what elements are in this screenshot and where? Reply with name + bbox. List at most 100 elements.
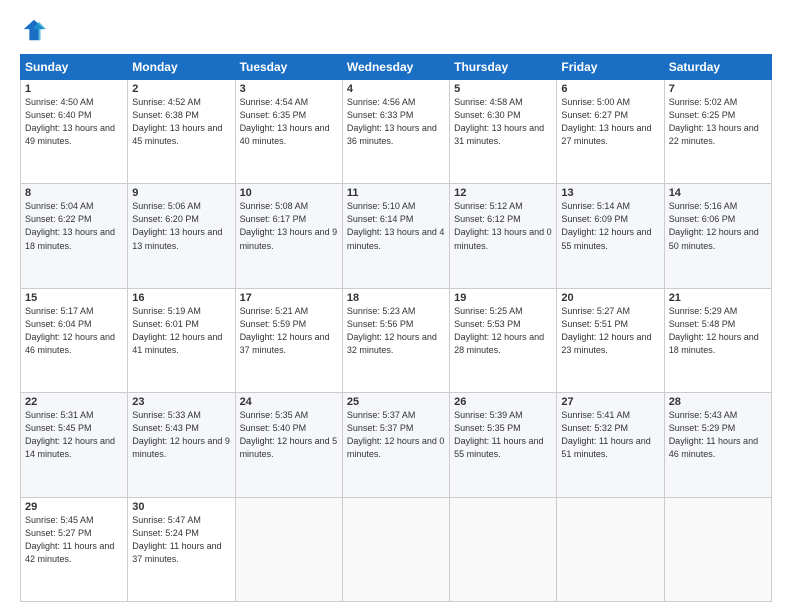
calendar-cell: 5 Sunrise: 4:58 AMSunset: 6:30 PMDayligh… bbox=[450, 80, 557, 184]
calendar-cell: 7 Sunrise: 5:02 AMSunset: 6:25 PMDayligh… bbox=[664, 80, 771, 184]
day-number: 28 bbox=[669, 396, 767, 408]
calendar-cell: 28 Sunrise: 5:43 AMSunset: 5:29 PMDaylig… bbox=[664, 393, 771, 497]
col-header-tuesday: Tuesday bbox=[235, 55, 342, 80]
calendar-cell: 1 Sunrise: 4:50 AMSunset: 6:40 PMDayligh… bbox=[21, 80, 128, 184]
day-info: Sunrise: 5:29 AMSunset: 5:48 PMDaylight:… bbox=[669, 306, 759, 355]
day-number: 17 bbox=[240, 292, 338, 304]
day-info: Sunrise: 4:58 AMSunset: 6:30 PMDaylight:… bbox=[454, 97, 544, 146]
day-number: 8 bbox=[25, 187, 123, 199]
day-number: 20 bbox=[561, 292, 659, 304]
calendar-cell: 3 Sunrise: 4:54 AMSunset: 6:35 PMDayligh… bbox=[235, 80, 342, 184]
calendar-cell bbox=[342, 497, 449, 601]
day-info: Sunrise: 5:43 AMSunset: 5:29 PMDaylight:… bbox=[669, 410, 758, 459]
calendar-cell bbox=[450, 497, 557, 601]
week-row-2: 8 Sunrise: 5:04 AMSunset: 6:22 PMDayligh… bbox=[21, 184, 772, 288]
calendar-cell: 27 Sunrise: 5:41 AMSunset: 5:32 PMDaylig… bbox=[557, 393, 664, 497]
day-number: 4 bbox=[347, 83, 445, 95]
calendar-cell: 29 Sunrise: 5:45 AMSunset: 5:27 PMDaylig… bbox=[21, 497, 128, 601]
day-info: Sunrise: 5:39 AMSunset: 5:35 PMDaylight:… bbox=[454, 410, 543, 459]
day-number: 9 bbox=[132, 187, 230, 199]
calendar-cell: 9 Sunrise: 5:06 AMSunset: 6:20 PMDayligh… bbox=[128, 184, 235, 288]
calendar-cell: 22 Sunrise: 5:31 AMSunset: 5:45 PMDaylig… bbox=[21, 393, 128, 497]
day-info: Sunrise: 5:00 AMSunset: 6:27 PMDaylight:… bbox=[561, 97, 651, 146]
day-info: Sunrise: 5:45 AMSunset: 5:27 PMDaylight:… bbox=[25, 515, 114, 564]
day-number: 27 bbox=[561, 396, 659, 408]
day-number: 14 bbox=[669, 187, 767, 199]
day-info: Sunrise: 4:56 AMSunset: 6:33 PMDaylight:… bbox=[347, 97, 437, 146]
calendar-cell: 17 Sunrise: 5:21 AMSunset: 5:59 PMDaylig… bbox=[235, 288, 342, 392]
calendar-cell: 20 Sunrise: 5:27 AMSunset: 5:51 PMDaylig… bbox=[557, 288, 664, 392]
header-row: SundayMondayTuesdayWednesdayThursdayFrid… bbox=[21, 55, 772, 80]
day-number: 15 bbox=[25, 292, 123, 304]
day-number: 16 bbox=[132, 292, 230, 304]
calendar-cell: 11 Sunrise: 5:10 AMSunset: 6:14 PMDaylig… bbox=[342, 184, 449, 288]
day-info: Sunrise: 5:35 AMSunset: 5:40 PMDaylight:… bbox=[240, 410, 338, 459]
day-number: 30 bbox=[132, 501, 230, 513]
day-info: Sunrise: 5:17 AMSunset: 6:04 PMDaylight:… bbox=[25, 306, 115, 355]
day-info: Sunrise: 4:52 AMSunset: 6:38 PMDaylight:… bbox=[132, 97, 222, 146]
calendar-cell: 18 Sunrise: 5:23 AMSunset: 5:56 PMDaylig… bbox=[342, 288, 449, 392]
day-number: 2 bbox=[132, 83, 230, 95]
day-number: 18 bbox=[347, 292, 445, 304]
day-number: 11 bbox=[347, 187, 445, 199]
day-info: Sunrise: 5:04 AMSunset: 6:22 PMDaylight:… bbox=[25, 201, 115, 250]
day-number: 7 bbox=[669, 83, 767, 95]
day-info: Sunrise: 5:23 AMSunset: 5:56 PMDaylight:… bbox=[347, 306, 437, 355]
day-info: Sunrise: 5:14 AMSunset: 6:09 PMDaylight:… bbox=[561, 201, 651, 250]
calendar-cell: 24 Sunrise: 5:35 AMSunset: 5:40 PMDaylig… bbox=[235, 393, 342, 497]
calendar-cell: 13 Sunrise: 5:14 AMSunset: 6:09 PMDaylig… bbox=[557, 184, 664, 288]
col-header-monday: Monday bbox=[128, 55, 235, 80]
day-info: Sunrise: 5:41 AMSunset: 5:32 PMDaylight:… bbox=[561, 410, 650, 459]
calendar-cell bbox=[235, 497, 342, 601]
week-row-4: 22 Sunrise: 5:31 AMSunset: 5:45 PMDaylig… bbox=[21, 393, 772, 497]
calendar-cell: 16 Sunrise: 5:19 AMSunset: 6:01 PMDaylig… bbox=[128, 288, 235, 392]
calendar-cell: 21 Sunrise: 5:29 AMSunset: 5:48 PMDaylig… bbox=[664, 288, 771, 392]
day-info: Sunrise: 5:08 AMSunset: 6:17 PMDaylight:… bbox=[240, 201, 338, 250]
day-number: 21 bbox=[669, 292, 767, 304]
week-row-3: 15 Sunrise: 5:17 AMSunset: 6:04 PMDaylig… bbox=[21, 288, 772, 392]
day-info: Sunrise: 5:47 AMSunset: 5:24 PMDaylight:… bbox=[132, 515, 221, 564]
day-number: 5 bbox=[454, 83, 552, 95]
calendar-cell bbox=[664, 497, 771, 601]
calendar-cell: 2 Sunrise: 4:52 AMSunset: 6:38 PMDayligh… bbox=[128, 80, 235, 184]
calendar-cell: 10 Sunrise: 5:08 AMSunset: 6:17 PMDaylig… bbox=[235, 184, 342, 288]
week-row-5: 29 Sunrise: 5:45 AMSunset: 5:27 PMDaylig… bbox=[21, 497, 772, 601]
calendar-table: SundayMondayTuesdayWednesdayThursdayFrid… bbox=[20, 54, 772, 602]
calendar-cell: 4 Sunrise: 4:56 AMSunset: 6:33 PMDayligh… bbox=[342, 80, 449, 184]
page: SundayMondayTuesdayWednesdayThursdayFrid… bbox=[0, 0, 792, 612]
week-row-1: 1 Sunrise: 4:50 AMSunset: 6:40 PMDayligh… bbox=[21, 80, 772, 184]
day-number: 19 bbox=[454, 292, 552, 304]
day-info: Sunrise: 5:10 AMSunset: 6:14 PMDaylight:… bbox=[347, 201, 445, 250]
day-info: Sunrise: 5:19 AMSunset: 6:01 PMDaylight:… bbox=[132, 306, 222, 355]
calendar-cell: 30 Sunrise: 5:47 AMSunset: 5:24 PMDaylig… bbox=[128, 497, 235, 601]
day-info: Sunrise: 5:33 AMSunset: 5:43 PMDaylight:… bbox=[132, 410, 230, 459]
calendar-cell: 8 Sunrise: 5:04 AMSunset: 6:22 PMDayligh… bbox=[21, 184, 128, 288]
day-info: Sunrise: 5:06 AMSunset: 6:20 PMDaylight:… bbox=[132, 201, 222, 250]
day-number: 13 bbox=[561, 187, 659, 199]
day-number: 6 bbox=[561, 83, 659, 95]
day-number: 23 bbox=[132, 396, 230, 408]
col-header-thursday: Thursday bbox=[450, 55, 557, 80]
day-number: 10 bbox=[240, 187, 338, 199]
calendar-cell: 19 Sunrise: 5:25 AMSunset: 5:53 PMDaylig… bbox=[450, 288, 557, 392]
day-info: Sunrise: 5:31 AMSunset: 5:45 PMDaylight:… bbox=[25, 410, 115, 459]
calendar-cell: 6 Sunrise: 5:00 AMSunset: 6:27 PMDayligh… bbox=[557, 80, 664, 184]
day-info: Sunrise: 5:25 AMSunset: 5:53 PMDaylight:… bbox=[454, 306, 544, 355]
calendar-cell: 26 Sunrise: 5:39 AMSunset: 5:35 PMDaylig… bbox=[450, 393, 557, 497]
day-info: Sunrise: 5:37 AMSunset: 5:37 PMDaylight:… bbox=[347, 410, 445, 459]
calendar-cell: 25 Sunrise: 5:37 AMSunset: 5:37 PMDaylig… bbox=[342, 393, 449, 497]
logo-icon bbox=[20, 16, 48, 44]
col-header-friday: Friday bbox=[557, 55, 664, 80]
day-number: 26 bbox=[454, 396, 552, 408]
day-number: 25 bbox=[347, 396, 445, 408]
day-info: Sunrise: 4:50 AMSunset: 6:40 PMDaylight:… bbox=[25, 97, 115, 146]
calendar-cell: 15 Sunrise: 5:17 AMSunset: 6:04 PMDaylig… bbox=[21, 288, 128, 392]
day-info: Sunrise: 5:02 AMSunset: 6:25 PMDaylight:… bbox=[669, 97, 759, 146]
day-info: Sunrise: 5:21 AMSunset: 5:59 PMDaylight:… bbox=[240, 306, 330, 355]
day-number: 12 bbox=[454, 187, 552, 199]
day-number: 1 bbox=[25, 83, 123, 95]
header bbox=[20, 16, 772, 44]
logo bbox=[20, 16, 52, 44]
day-info: Sunrise: 4:54 AMSunset: 6:35 PMDaylight:… bbox=[240, 97, 330, 146]
col-header-sunday: Sunday bbox=[21, 55, 128, 80]
